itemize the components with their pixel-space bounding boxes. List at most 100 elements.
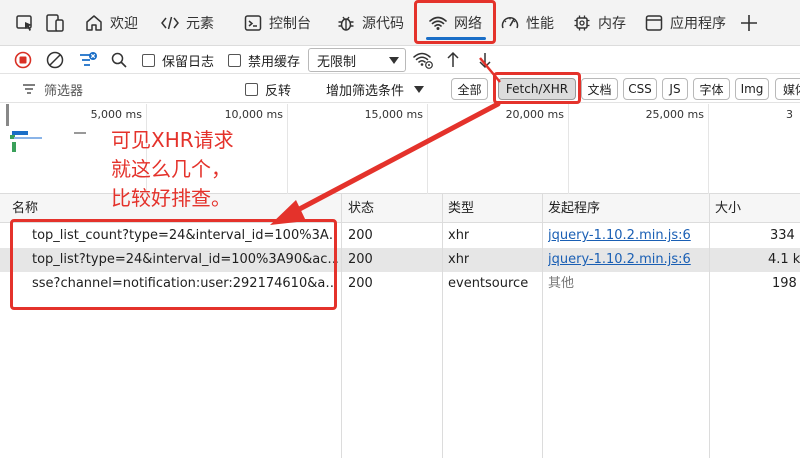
- timeline-tick-label: 3: [786, 108, 793, 121]
- highlight-box-requests: [10, 219, 337, 310]
- column-divider[interactable]: [341, 194, 342, 458]
- checkbox[interactable]: [245, 82, 258, 96]
- request-initiator-link[interactable]: jquery-1.10.2.min.js:6: [548, 224, 691, 248]
- code-icon: [160, 13, 180, 33]
- highlight-box-fetch-xhr: [493, 72, 581, 104]
- request-size: 198 B: [772, 276, 800, 291]
- pill-label: 媒体: [783, 82, 800, 97]
- request-type: xhr: [448, 228, 470, 243]
- inspect-element-icon[interactable]: [14, 12, 36, 34]
- timeline-tick-label: 15,000 ms: [364, 108, 423, 121]
- tab-elements[interactable]: 元素: [160, 0, 214, 46]
- bug-icon: [336, 13, 356, 33]
- chevron-down-icon: [389, 57, 399, 64]
- filter-type-media[interactable]: 媒体: [775, 78, 800, 100]
- column-header-initiator[interactable]: 发起程序: [548, 194, 600, 223]
- clear-icon: [46, 51, 64, 69]
- checkbox[interactable]: [142, 53, 155, 67]
- filter-type-all[interactable]: 全部: [451, 78, 488, 100]
- column-header-status[interactable]: 状态: [348, 194, 374, 223]
- pill-label: 字体: [699, 82, 724, 97]
- pill-label: Img: [740, 82, 764, 96]
- timeline-tick-label: 20,000 ms: [505, 108, 564, 121]
- request-type: xhr: [448, 252, 470, 267]
- filter-type-font[interactable]: 字体: [693, 78, 730, 100]
- record-button[interactable]: [14, 46, 32, 74]
- column-divider[interactable]: [709, 194, 710, 458]
- timeline-gridline: [708, 104, 709, 194]
- filter-type-img[interactable]: Img: [735, 78, 769, 100]
- filter-type-js[interactable]: JS: [662, 78, 688, 100]
- filter-icon: [23, 84, 35, 94]
- device-emulation-icon[interactable]: [44, 12, 66, 34]
- devtools-tab-bar: 欢迎 元素 控制台 源代码 网络 性能 内存 应用程序: [0, 0, 800, 46]
- chip-icon: [572, 13, 592, 33]
- pill-label: JS: [669, 82, 681, 96]
- timeline-request-bar: [74, 132, 86, 134]
- tab-application[interactable]: 应用程序: [644, 0, 726, 46]
- add-tab-icon[interactable]: [738, 12, 760, 34]
- tab-label: 欢迎: [110, 16, 138, 32]
- checkbox[interactable]: [228, 53, 241, 67]
- disable-cache-label: 禁用缓存: [248, 54, 301, 70]
- request-type: eventsource: [448, 276, 529, 291]
- more-filters-label: 增加筛选条件: [326, 83, 405, 99]
- column-header-type[interactable]: 类型: [448, 194, 474, 223]
- tab-performance[interactable]: 性能: [500, 0, 554, 46]
- clear-button[interactable]: [46, 46, 64, 74]
- request-initiator: 其他: [548, 276, 575, 291]
- invert-checkbox[interactable]: 反转: [245, 75, 291, 103]
- upload-icon: [447, 51, 459, 67]
- column-header-size[interactable]: 大小: [715, 194, 741, 223]
- tab-label: 性能: [526, 16, 554, 32]
- throttling-select[interactable]: 无限制: [308, 48, 406, 72]
- pill-label: CSS: [628, 82, 652, 96]
- filter-clear-icon: [80, 52, 97, 66]
- request-status: 200: [348, 228, 373, 243]
- request-size: 334 B: [770, 228, 800, 243]
- chevron-down-icon: [414, 85, 425, 93]
- tab-label: 应用程序: [670, 16, 726, 32]
- highlight-box-network-tab: [414, 0, 496, 44]
- filter-placeholder: 筛选器: [44, 83, 84, 99]
- column-divider[interactable]: [442, 194, 443, 458]
- tab-label: 元素: [186, 16, 214, 32]
- column-divider[interactable]: [542, 194, 543, 458]
- annotation-line: 就这么几个，: [111, 157, 231, 181]
- tab-label: 控制台: [269, 16, 311, 32]
- disable-cache-checkbox[interactable]: 禁用缓存: [228, 46, 300, 74]
- gauge-icon: [500, 13, 520, 33]
- request-status: 200: [348, 252, 373, 267]
- pill-label: 全部: [457, 82, 482, 97]
- tab-welcome[interactable]: 欢迎: [84, 0, 138, 46]
- annotation-line: 比较好排查。: [111, 186, 231, 210]
- timeline-tick-label: 10,000 ms: [224, 108, 283, 121]
- export-har-button[interactable]: [477, 46, 493, 74]
- tab-console[interactable]: 控制台: [243, 0, 311, 46]
- network-conditions-button[interactable]: [412, 46, 434, 74]
- preserve-log-checkbox[interactable]: 保留日志: [142, 46, 214, 74]
- timeline-selection-handle[interactable]: [6, 104, 9, 126]
- annotation-line: 可见XHR请求: [111, 128, 234, 152]
- tab-label: 内存: [598, 16, 626, 32]
- request-size: 4.1 kB: [768, 252, 800, 267]
- annotation-text: 可见XHR请求 就这么几个， 比较好排查。: [111, 126, 234, 213]
- filter-type-css[interactable]: CSS: [623, 78, 657, 100]
- filter-type-doc[interactable]: 文档: [581, 78, 618, 100]
- request-status: 200: [348, 276, 373, 291]
- window-icon: [644, 13, 664, 33]
- request-initiator-link[interactable]: jquery-1.10.2.min.js:6: [548, 248, 691, 272]
- pill-label: 文档: [587, 82, 612, 97]
- home-icon: [84, 13, 104, 33]
- timeline-request-bar: [14, 137, 42, 139]
- timeline-gridline: [287, 104, 288, 194]
- tab-memory[interactable]: 内存: [572, 0, 626, 46]
- import-har-button[interactable]: [445, 46, 461, 74]
- preserve-log-label: 保留日志: [162, 54, 215, 70]
- filter-input[interactable]: 筛选器: [22, 75, 232, 103]
- tab-sources[interactable]: 源代码: [336, 0, 404, 46]
- network-toolbar: 保留日志 禁用缓存 无限制: [0, 46, 800, 74]
- filter-toggle-button[interactable]: [78, 46, 98, 74]
- search-button[interactable]: [110, 46, 128, 74]
- more-filters-dropdown[interactable]: 增加筛选条件: [326, 75, 425, 103]
